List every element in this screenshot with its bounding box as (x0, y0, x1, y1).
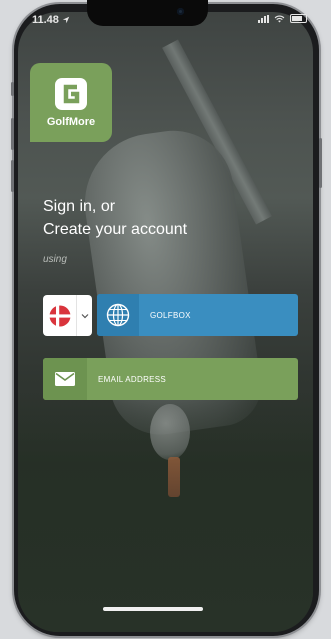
side-button-power (319, 138, 322, 188)
email-button-label: EMAIL ADDRESS (98, 374, 167, 384)
denmark-flag-icon (43, 295, 77, 336)
envelope-icon (55, 372, 75, 386)
globe-icon (106, 303, 130, 327)
status-bar-time: 11.48 (32, 14, 70, 26)
heading-line-1: Sign in, or (43, 198, 116, 215)
status-time-text: 11.48 (32, 14, 59, 26)
subheading: using (43, 254, 67, 265)
envelope-icon-container (43, 358, 87, 400)
heading-line-2: Create your account (43, 221, 188, 238)
background-ball (150, 404, 190, 460)
globe-icon-container (97, 294, 139, 336)
golfbox-login-button[interactable]: GOLFBOX (97, 294, 298, 336)
golfmore-g-icon (55, 77, 87, 110)
page-title: Sign in, or Create your account (43, 195, 187, 241)
status-bar-indicators (258, 14, 307, 23)
side-button-volume-up (11, 118, 14, 150)
front-camera (177, 8, 184, 15)
golfbox-button-label: GOLFBOX (150, 310, 191, 320)
device-notch (87, 0, 208, 26)
side-button-volume-down (11, 160, 14, 192)
background-tee (168, 457, 180, 497)
battery-icon (290, 14, 307, 23)
cellular-signal-icon (258, 14, 269, 23)
country-selector[interactable] (43, 295, 92, 336)
home-indicator[interactable] (103, 607, 203, 611)
email-login-button[interactable]: EMAIL ADDRESS (43, 358, 298, 400)
side-button-mute (11, 82, 14, 96)
app-logo: GolfMore (30, 63, 112, 142)
wifi-icon (274, 15, 285, 23)
location-arrow-icon (62, 16, 70, 24)
chevron-down-icon (81, 313, 89, 318)
logo-text: GolfMore (46, 115, 96, 128)
